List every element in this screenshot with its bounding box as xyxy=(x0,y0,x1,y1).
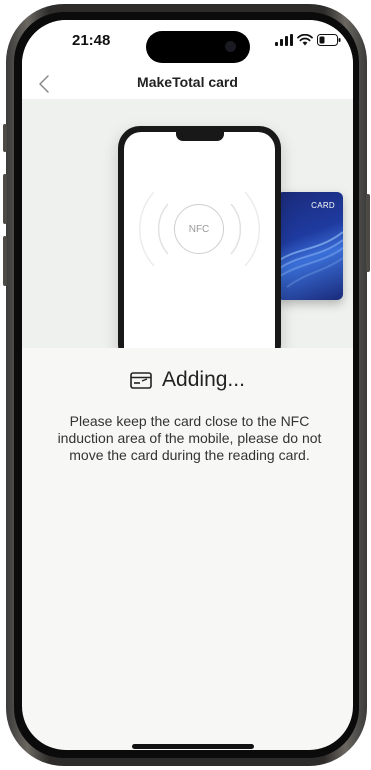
instruction-text: Please keep the card close to the NFC in… xyxy=(57,413,322,463)
status-text: Adding... xyxy=(162,368,245,391)
card-illustration: CARD xyxy=(277,192,343,300)
home-indicator[interactable] xyxy=(132,744,254,749)
wifi-icon xyxy=(297,34,313,46)
card-icon xyxy=(130,371,152,389)
status-bar: 21:48 xyxy=(22,20,353,68)
card-label: CARD xyxy=(311,201,335,210)
status-time: 21:48 xyxy=(72,32,111,49)
signal-icon xyxy=(275,34,293,46)
phone-screen: 21:48 MakeTotal card CARD NFC Adding... … xyxy=(22,20,353,750)
phone-illustration-screen: NFC xyxy=(124,132,275,348)
dynamic-island xyxy=(146,31,250,63)
power-button xyxy=(366,194,370,272)
phone-illustration: NFC xyxy=(118,126,281,348)
page-title: MakeTotal card xyxy=(137,74,238,90)
volume-up-button xyxy=(3,174,7,224)
volume-down-button xyxy=(3,236,7,286)
nfc-illustration: CARD NFC xyxy=(22,100,353,348)
nfc-label: NFC xyxy=(188,223,210,235)
battery-icon xyxy=(317,34,341,46)
action-button xyxy=(3,124,7,152)
navigation-bar: MakeTotal card xyxy=(22,68,353,100)
front-camera xyxy=(225,41,236,52)
nfc-badge: NFC xyxy=(174,204,224,254)
status-icons xyxy=(275,33,341,47)
phone-illustration-notch xyxy=(176,132,224,141)
adding-status: Adding... xyxy=(22,368,353,392)
